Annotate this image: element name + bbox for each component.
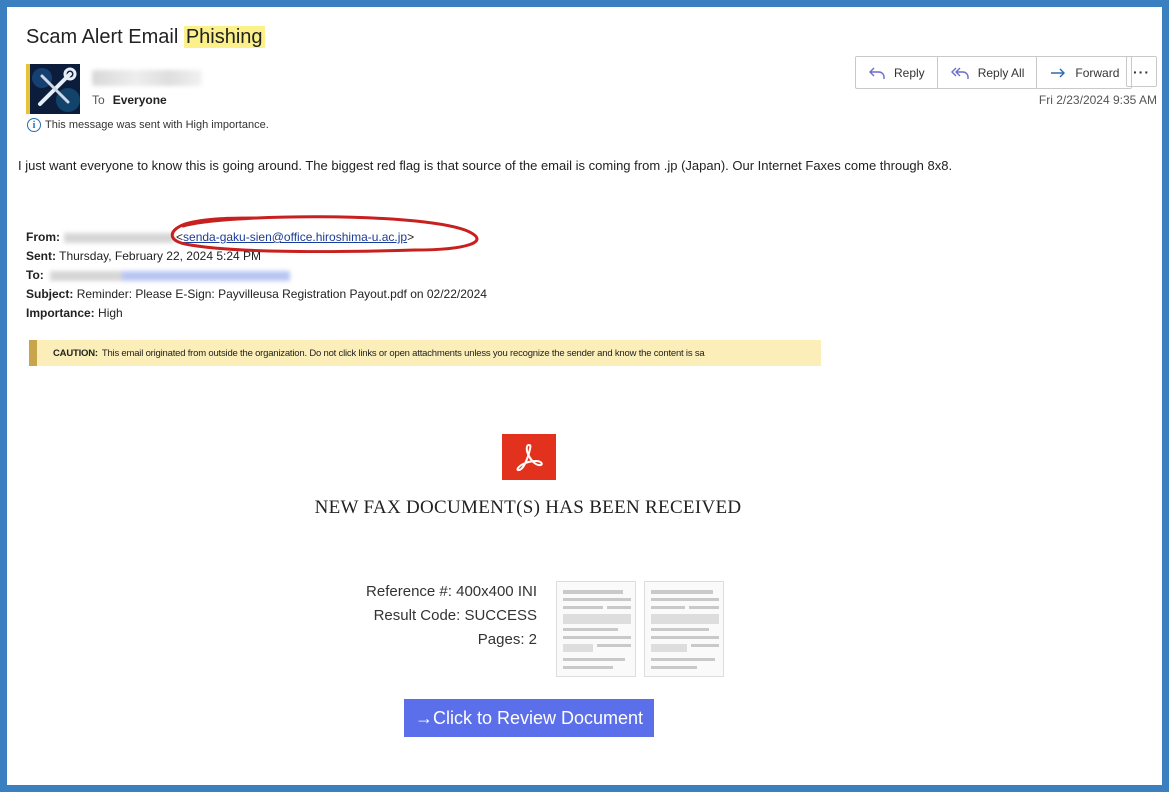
sender-name-redacted (92, 70, 202, 86)
importance-value: High (98, 306, 123, 320)
to-label-fwd: To: (26, 268, 44, 282)
importance-label: Importance: (26, 306, 95, 320)
fax-details: Reference #: 400x400 INI Result Code: SU… (366, 580, 537, 652)
reply-all-label: Reply All (977, 65, 1025, 80)
avatar (26, 64, 80, 114)
from-label: From: (26, 230, 60, 244)
forward-icon (1051, 68, 1066, 77)
reply-button[interactable]: Reply (856, 57, 938, 88)
fax-reference: Reference #: 400x400 INI (366, 583, 537, 600)
message-body: I just want everyone to know this is goi… (18, 158, 953, 173)
email-subject-title: Scam Alert Email Phishing (26, 26, 265, 49)
fax-heading: NEW FAX DOCUMENT(S) HAS BEEN RECEIVED (314, 497, 742, 518)
recipient-name[interactable]: Everyone (113, 93, 167, 107)
importance-text: This message was sent with High importan… (45, 119, 269, 131)
info-icon: i (27, 118, 41, 132)
caution-label: CAUTION: (53, 347, 98, 359)
forwarded-from-row: From: <senda-gaku-sien@office.hiroshima-u… (26, 230, 415, 244)
subject-label: Subject: (26, 287, 74, 301)
fax-result-code: Result Code: SUCCESS (373, 607, 537, 624)
to-value-redacted (49, 270, 290, 281)
document-thumbnail (644, 581, 724, 677)
forwarded-to-row: To: (26, 266, 487, 285)
from-name-redacted (64, 232, 174, 243)
forwarded-sent-row: Sent: Thursday, February 22, 2024 5:24 P… (26, 247, 487, 266)
sent-label: Sent: (26, 249, 56, 263)
more-actions-button[interactable]: ··· (1126, 56, 1157, 87)
forwarded-importance-row: Importance: High (26, 304, 487, 323)
reply-all-button[interactable]: Reply All (938, 57, 1038, 88)
importance-notice: i This message was sent with High import… (27, 118, 269, 132)
forward-button[interactable]: Forward (1037, 57, 1131, 88)
subject-highlight: Phishing (183, 26, 265, 48)
subject-value: Reminder: Please E-Sign: Payvilleusa Reg… (76, 287, 487, 301)
sent-value: Thursday, February 22, 2024 5:24 PM (59, 249, 262, 263)
recipient-line: To Everyone (92, 93, 167, 107)
subject-prefix: Scam Alert Email (26, 26, 179, 48)
reply-all-icon (950, 67, 969, 79)
pdf-icon (502, 434, 556, 480)
forwarded-header: From: <senda-gaku-sien@office.hiroshima-u… (26, 228, 487, 323)
received-date: Fri 2/23/2024 9:35 AM (1038, 93, 1157, 107)
fax-pages: Pages: 2 (477, 631, 537, 648)
caution-text: This email originated from outside the o… (101, 347, 705, 359)
external-caution-banner: CAUTION: This email originated from outsi… (29, 340, 821, 366)
from-email-link[interactable]: senda-gaku-sien@office.hiroshima-u.ac.jp (183, 230, 407, 244)
document-thumbnail (556, 581, 636, 677)
message-actions: Reply Reply All Forward (855, 56, 1133, 89)
review-document-button[interactable]: →Click to Review Document (404, 699, 654, 737)
more-icon: ··· (1133, 63, 1150, 80)
forwarded-subject-row: Subject: Reminder: Please E-Sign: Payvil… (26, 285, 487, 304)
reply-label: Reply (894, 65, 925, 80)
forward-label: Forward (1075, 65, 1120, 80)
reply-icon (869, 67, 885, 79)
to-label: To (92, 93, 105, 107)
